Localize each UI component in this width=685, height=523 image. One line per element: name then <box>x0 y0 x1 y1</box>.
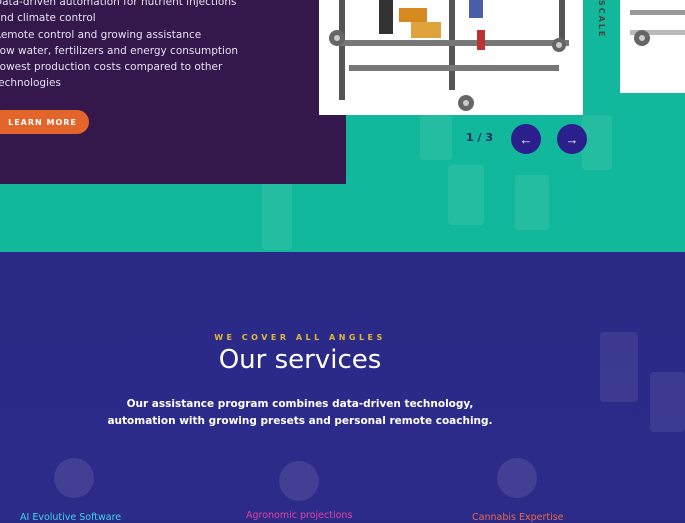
previous-slide-button[interactable]: ← <box>511 124 541 154</box>
slide-counter: 1 / 3 <box>466 131 493 144</box>
service-ai-software-link[interactable]: AI Evolutive Software <box>20 512 121 523</box>
services-title: Our services <box>218 345 382 375</box>
hero-section: Data-driven automation for nutrient inje… <box>0 0 685 252</box>
feature-card: Data-driven automation for nutrient inje… <box>0 0 346 184</box>
services-description-line: Our assistance program combines data-dri… <box>126 398 474 410</box>
feature-list: Data-driven automation for nutrient inje… <box>0 0 238 92</box>
services-eyebrow: WE COVER ALL ANGLES <box>214 333 386 342</box>
services-description: Our assistance program combines data-dri… <box>0 396 600 430</box>
feature-item: Low water, fertilizers and energy consum… <box>0 44 239 57</box>
background-lamp <box>650 372 685 432</box>
cannabis-expertise-icon <box>497 458 537 498</box>
feature-item: and climate control <box>0 12 96 25</box>
learn-more-button[interactable]: LEARN MORE <box>0 110 89 134</box>
feature-item: Remote control and growing assistance <box>0 28 202 41</box>
arrow-left-icon: ← <box>519 131 533 147</box>
background-lamp <box>262 180 292 250</box>
next-slide-button[interactable]: → <box>557 124 587 154</box>
agronomic-icon <box>279 461 319 501</box>
next-grow-system-illustration <box>630 10 685 46</box>
background-lamp <box>600 332 638 402</box>
grow-system-illustration <box>329 0 569 111</box>
background-lamp <box>515 175 549 230</box>
product-image <box>319 0 583 115</box>
services-description-line: automation with growing presets and pers… <box>107 415 493 427</box>
background-lamp <box>420 115 452 160</box>
ai-software-icon <box>54 458 94 498</box>
slide-side-label: SCALE <box>597 0 606 39</box>
feature-item: technologies <box>0 77 61 90</box>
service-cannabis-link[interactable]: Cannabis Expertise <box>472 512 564 523</box>
background-lamp <box>448 165 484 225</box>
next-product-image <box>620 0 685 93</box>
service-agronomic-link[interactable]: Agronomic projections <box>246 510 352 521</box>
feature-item: Data-driven automation for nutrient inje… <box>0 0 237 8</box>
arrow-right-icon: → <box>565 131 579 147</box>
services-section <box>0 252 685 520</box>
feature-item: Lowest production costs compared to othe… <box>0 61 223 74</box>
